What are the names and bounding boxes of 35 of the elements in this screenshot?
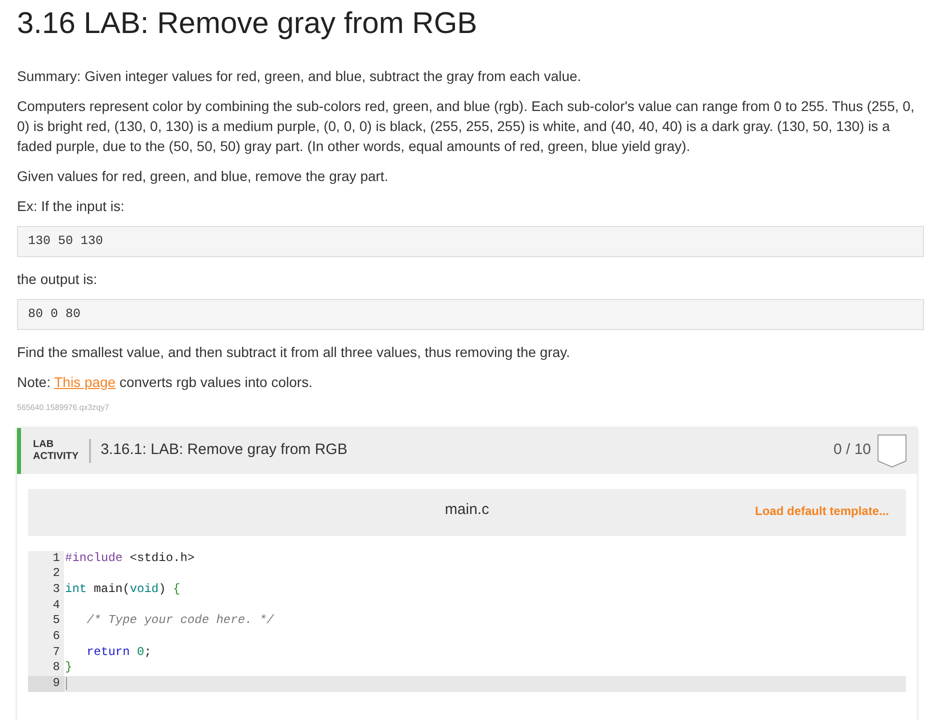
paragraph: Note: This page converts rgb values into colors. — [17, 372, 314, 392]
page-link[interactable]: This page — [54, 374, 116, 390]
line-number: 1 — [28, 550, 64, 566]
paragraph: the output is: — [17, 270, 98, 289]
paragraph: Find the smallest value, and then subtract it from all three values, thus removing the gray. — [17, 342, 572, 362]
load-template-button[interactable]: Load default template... — [754, 502, 889, 520]
badge-icon — [877, 434, 907, 468]
paragraph: Summary: Given integer values for red, green, and blue, subtract the gray from each value. — [17, 67, 582, 86]
code-line: /* Type your code here. */ — [86, 613, 274, 629]
code-line: } — [64, 660, 72, 676]
code-line: return 0; — [86, 644, 152, 660]
paragraph: Given values for red, green, and blue, remove the gray part. — [17, 167, 390, 186]
score: 0 / 10 — [833, 440, 871, 460]
lab-label: LAB — [33, 438, 55, 450]
page-title: 3.16 LAB: Remove gray from RGB — [17, 6, 478, 42]
line-number: 5 — [28, 613, 64, 629]
file-name: main.c — [444, 500, 490, 520]
code-line: int main(void) { — [64, 582, 180, 598]
code-line: #include <stdio.h> — [64, 550, 195, 566]
line-number: 4 — [28, 598, 64, 614]
code-sample: 80 0 80 — [17, 298, 924, 330]
line-number: 2 — [28, 566, 64, 582]
line-number: 3 — [28, 582, 64, 598]
code-editor[interactable]: 1 #include <stdio.h> 2 3 int main(void) { 4 5 /* Type your code here. */ 6 7 return 0; 8 } 9 — [28, 536, 906, 720]
activity-label: ACTIVITY — [33, 450, 79, 462]
line-number: 6 — [28, 628, 64, 645]
line-number: 8 — [28, 660, 64, 676]
lab-title: 3.16.1: LAB: Remove gray from RGB — [100, 440, 348, 460]
paragraph: Computers represent color by combining the sub-colors red, green, and blue (rgb). Each sub-color's value can range from 0 to 255. Thus (255, 0, 0) is bright red, (130, 0, 130) is a medium purple, (0, 0, 0) is black, (255, 255, 255) is white, and (40, 40, 40) is a dark gray. (130, 50, 130) is a faded purple, due to the (50, 50, 50) gray part. (In other words, equal amounts of red, green, blue yield gray). — [17, 97, 916, 156]
activity-id: 565640.1589976.qx3zqy7 — [17, 402, 110, 414]
line-number: 9 — [28, 676, 64, 692]
line-number: 7 — [28, 644, 64, 660]
code-sample: 130 50 130 — [17, 226, 924, 257]
paragraph: Ex: If the input is: — [17, 197, 126, 216]
text-cursor-icon — [66, 677, 67, 690]
